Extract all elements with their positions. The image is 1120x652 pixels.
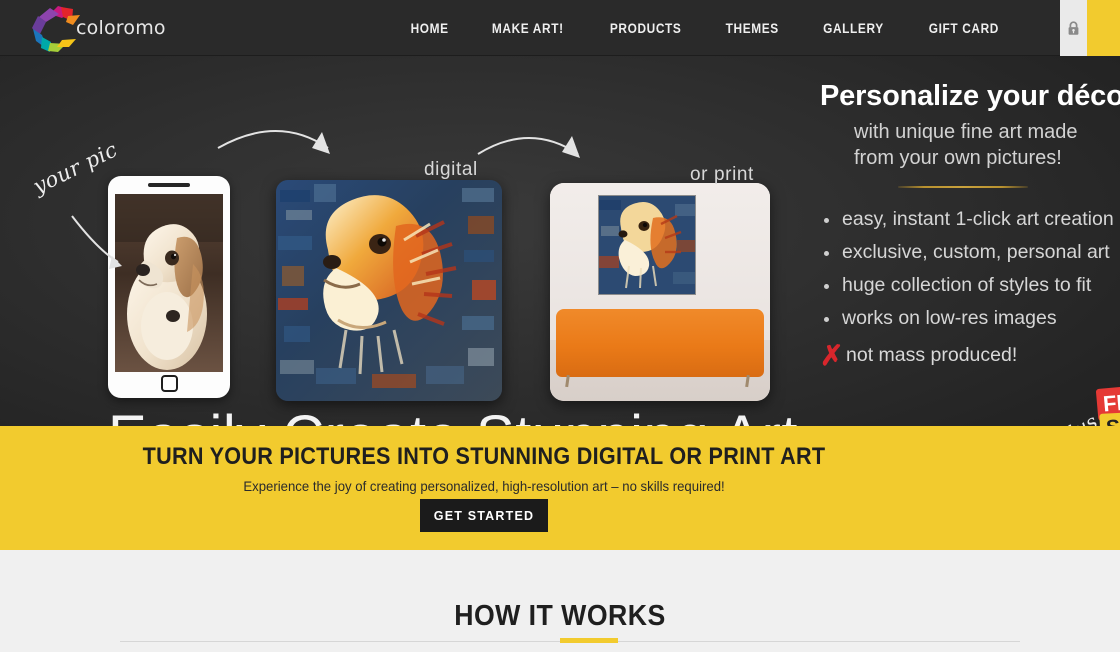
framed-abstract-dog	[599, 196, 695, 294]
logo-wordmark: coloromo	[76, 17, 166, 39]
lock-icon	[1068, 20, 1079, 35]
site-header: coloromo HOME MAKE ART! PRODUCTS THEMES …	[0, 0, 1120, 56]
label-or-print: or print	[690, 164, 754, 185]
arrow-phone-to-digital	[217, 130, 329, 149]
red-x-icon: ✗	[820, 341, 844, 373]
nav-item-make-art[interactable]: MAKE ART!	[476, 15, 579, 42]
hero-subtitle-line-2: from your own pictures!	[854, 146, 1062, 169]
benefit-item: huge collection of styles to fit	[820, 274, 1120, 297]
nav-item-products[interactable]: PRODUCTS	[594, 15, 697, 42]
hero-benefits-list: easy, instant 1-click art creation exclu…	[820, 208, 1120, 330]
benefit-item: easy, instant 1-click art creation	[820, 208, 1120, 231]
get-started-button[interactable]: GET STARTED	[420, 499, 548, 532]
framed-art-on-wall	[598, 195, 696, 295]
not-mass-produced-row: ✗ not mass produced!	[820, 341, 1120, 372]
orange-sofa	[556, 309, 764, 377]
cta-subtitle: Experience the joy of creating personali…	[243, 478, 725, 494]
hero-divider-rule	[898, 186, 1028, 189]
nav-item-gift-card[interactable]: GIFT CARD	[913, 15, 1015, 42]
hero-section: your pic digital or print Easily Create …	[0, 56, 1120, 426]
benefit-item: exclusive, custom, personal art	[820, 241, 1120, 264]
hero-headline: Easily Create Stunning Art	[108, 408, 798, 427]
phone-home-button	[160, 375, 178, 392]
cta-band: TURN YOUR PICTURES INTO STUNNING DIGITAL…	[0, 426, 1120, 550]
dog-photo	[115, 194, 223, 372]
hero-subtitle-line-1: with unique fine art made	[854, 121, 1078, 143]
label-plus: plus	[1053, 409, 1102, 426]
phone-speaker	[148, 183, 190, 187]
aperture-logo-icon	[32, 6, 80, 52]
nav-item-themes[interactable]: THEMES	[710, 15, 795, 42]
phone-mockup	[108, 176, 230, 398]
how-it-works-title: HOW IT WORKS	[454, 600, 666, 632]
cta-title: TURN YOUR PICTURES INTO STUNNING DIGITAL…	[142, 443, 826, 470]
nav-item-home[interactable]: HOME	[395, 15, 465, 42]
header-accent-edge	[1087, 0, 1120, 56]
phone-screen-photo	[115, 194, 223, 372]
section-accent-underline	[560, 638, 618, 643]
login-button[interactable]	[1060, 0, 1087, 56]
benefit-item: works on low-res images	[820, 307, 1120, 330]
hero-right-column: Personalize your décor with unique fine …	[820, 80, 1120, 372]
nav-item-gallery[interactable]: GALLERY	[807, 15, 899, 42]
main-navigation: HOME MAKE ART! PRODUCTS THEMES GALLERY G…	[390, 0, 1021, 56]
how-it-works-section: HOW IT WORKS	[0, 550, 1120, 652]
digital-art-thumbnail	[276, 180, 502, 401]
abstract-dog-art	[276, 180, 502, 401]
page-root: coloromo HOME MAKE ART! PRODUCTS THEMES …	[0, 0, 1120, 652]
not-mass-produced-label: not mass produced!	[846, 344, 1018, 367]
hero-right-title: Personalize your décor	[820, 80, 1120, 112]
site-logo[interactable]: coloromo	[28, 2, 166, 54]
room-print-preview	[550, 183, 770, 401]
hero-right-subtitle: with unique fine art made from your own …	[820, 120, 1120, 171]
label-digital: digital	[424, 159, 478, 180]
arrow-digital-to-print	[477, 137, 579, 155]
